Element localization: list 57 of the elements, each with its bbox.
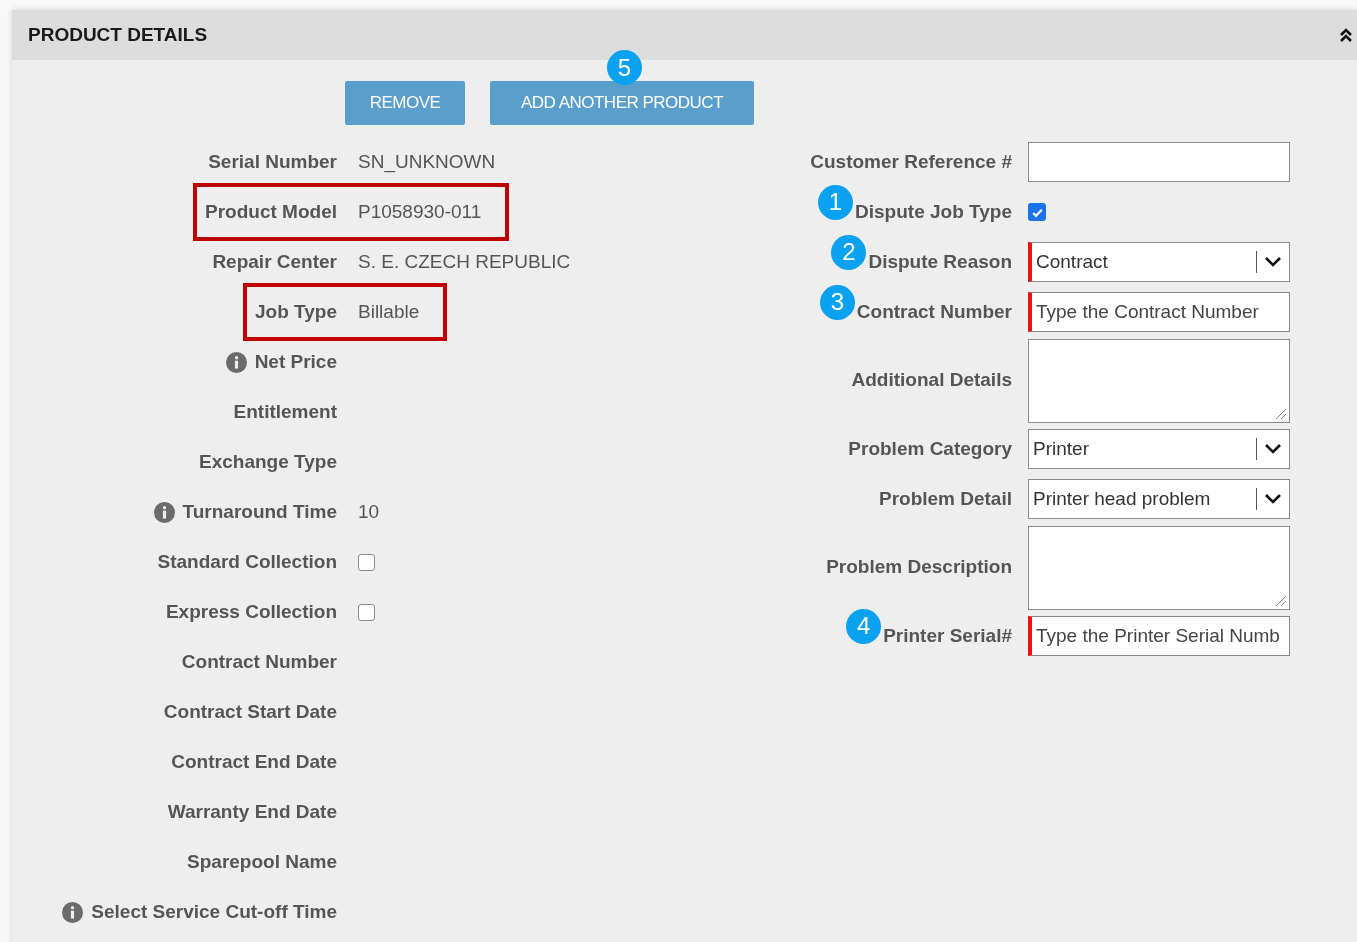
chevron-down-icon	[1264, 256, 1282, 268]
info-icon	[225, 351, 247, 373]
field-value: SN_UNKNOWN	[358, 149, 496, 175]
field-value: 10	[358, 499, 380, 524]
field-label: Dispute Reason	[868, 249, 1012, 274]
panel-title: PRODUCT DETAILS	[28, 22, 208, 47]
field-label: Express Collection	[164, 599, 338, 624]
field-label: Serial Number	[207, 149, 338, 174]
dropdown-value: Printer head problem	[1033, 486, 1212, 511]
dropdown[interactable]: Contract	[1028, 242, 1290, 282]
collapse-icon[interactable]	[1339, 27, 1353, 43]
field-label: Problem Detail	[878, 486, 1012, 511]
chevron-down-icon	[1264, 493, 1282, 505]
field-label: Customer Reference #	[810, 149, 1012, 174]
resize-handle-icon[interactable]	[1275, 594, 1287, 607]
dropdown[interactable]: Printer head problem	[1028, 479, 1290, 519]
dropdown-value: Printer	[1033, 436, 1090, 461]
field-label: Job Type	[243, 283, 347, 341]
checkbox[interactable]	[358, 603, 375, 621]
input-field[interactable]: Type the Printer Serial Numb	[1028, 616, 1290, 656]
dropdown[interactable]: Printer	[1028, 429, 1290, 469]
info-icon	[62, 901, 84, 923]
callout-badge: 1	[818, 184, 854, 220]
field-label: Additional Details	[851, 368, 1012, 393]
field-label: Repair Center	[211, 249, 338, 274]
resize-handle-icon[interactable]	[1275, 407, 1287, 420]
info-icon	[153, 501, 175, 523]
dropdown-value: Contract	[1036, 249, 1109, 274]
callout-badge: 2	[831, 234, 867, 270]
field-label: Sparepool Name	[186, 849, 338, 874]
field-value: Billable	[358, 299, 420, 324]
field-value: S. E. CZECH REPUBLIC	[358, 249, 571, 274]
field-label: Select Service Cut-off Time	[50, 883, 347, 941]
input-field[interactable]	[1028, 142, 1290, 182]
field-label: Warranty End Date	[166, 799, 338, 824]
text-area[interactable]	[1028, 525, 1290, 610]
chevron-down-icon	[1264, 443, 1282, 455]
callout-badge: 4	[846, 608, 882, 644]
field-label: Contract Number	[856, 299, 1012, 324]
checkbox[interactable]	[358, 553, 375, 571]
field-label: Contract Start Date	[162, 699, 338, 724]
text-area[interactable]	[1028, 338, 1290, 423]
field-label: Contract End Date	[170, 749, 338, 774]
field-label: Problem Description	[826, 555, 1012, 580]
field-label: Exchange Type	[198, 449, 338, 474]
field-value: P1058930-011	[358, 199, 482, 224]
callout-badge: 3	[819, 284, 855, 320]
field-label: Product Model	[193, 183, 347, 241]
field-label: Problem Category	[848, 436, 1012, 461]
field-label: Entitlement	[232, 399, 338, 424]
field-label: Dispute Job Type	[855, 199, 1012, 224]
input-field[interactable]: Type the Contract Number	[1028, 292, 1290, 332]
field-label: Contract Number	[180, 649, 338, 674]
field-label: Printer Serial#	[883, 623, 1012, 648]
field-label: Turnaround Time	[141, 483, 347, 541]
checkbox[interactable]	[1028, 203, 1046, 221]
field-label: Standard Collection	[156, 549, 338, 574]
